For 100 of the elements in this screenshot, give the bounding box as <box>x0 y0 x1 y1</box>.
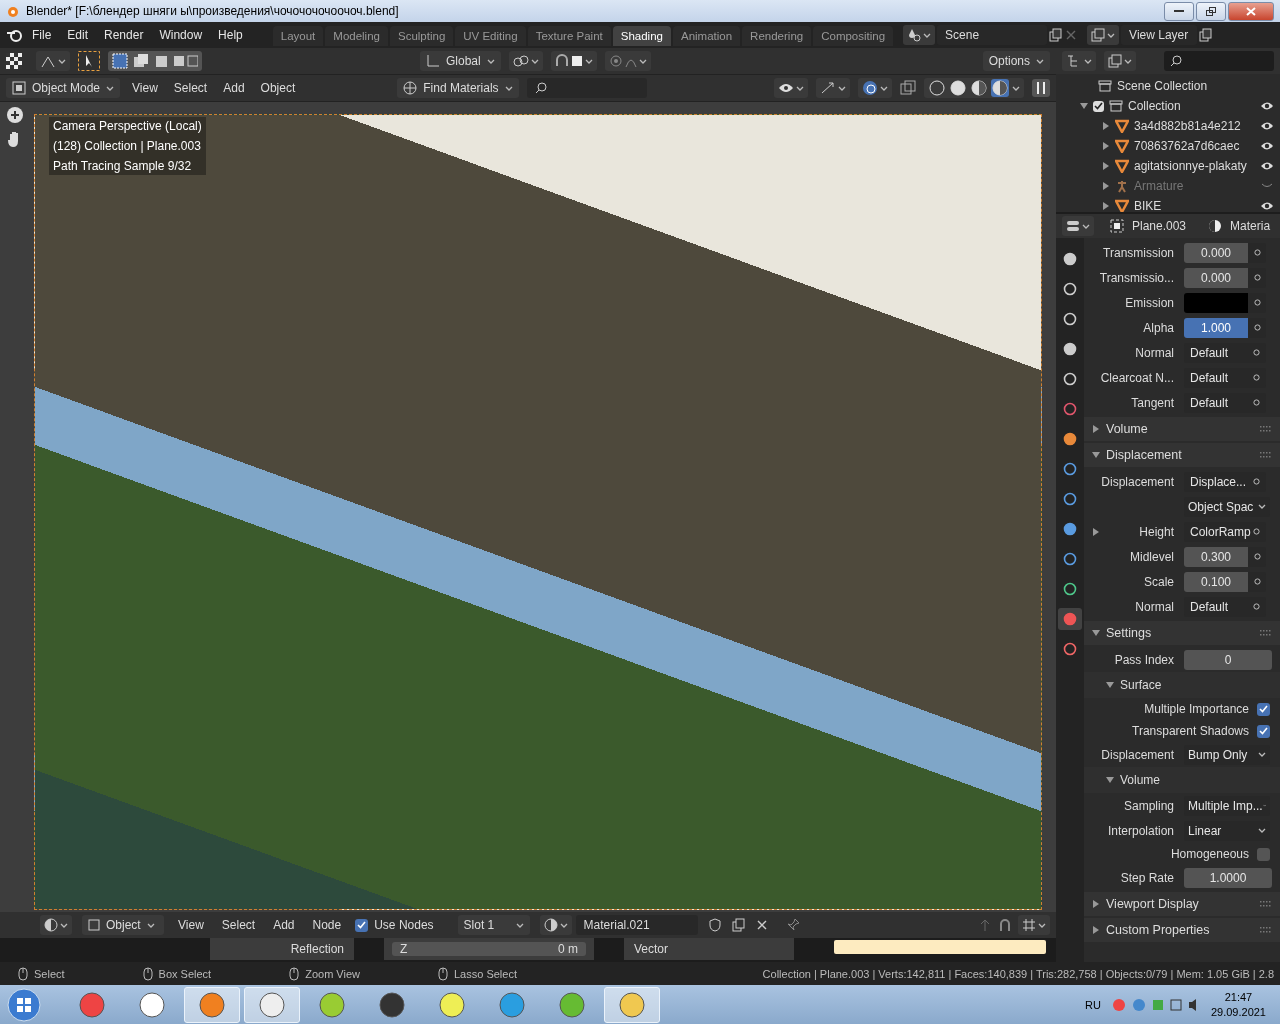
expanded-triangle-icon[interactable] <box>1106 776 1114 784</box>
zoom-icon[interactable] <box>6 106 24 124</box>
taskbar-app-button[interactable] <box>244 986 300 1023</box>
workspace-tab[interactable]: Modeling <box>325 26 388 46</box>
view-layer-selector[interactable] <box>1087 25 1120 45</box>
collapsed-triangle-icon[interactable] <box>1092 926 1100 934</box>
taskbar-app-button[interactable] <box>604 986 660 1023</box>
number-field[interactable]: 1.0000 <box>1184 867 1272 888</box>
subpanel-title[interactable]: Surface <box>1120 678 1162 692</box>
collapsed-triangle-icon[interactable] <box>1102 142 1110 150</box>
options-dropdown[interactable]: Options <box>982 51 1050 71</box>
checkbox[interactable] <box>1257 702 1270 716</box>
workspace-tab[interactable]: Layout <box>272 26 324 46</box>
header-menu[interactable]: Select <box>169 81 212 95</box>
workspace-tab[interactable]: Shading <box>612 26 671 46</box>
slot-dropdown[interactable]: Slot 1 <box>457 915 530 935</box>
taskbar-app-button[interactable] <box>184 986 240 1023</box>
number-field[interactable]: 0.000 <box>1184 267 1248 288</box>
find-materials-dropdown[interactable]: Find Materials <box>397 78 519 98</box>
restore-button[interactable] <box>1196 1 1226 21</box>
collapsed-triangle-icon[interactable] <box>1102 202 1110 210</box>
copy-icon[interactable] <box>1049 28 1064 42</box>
tree-item[interactable]: agitatsionnye-plakaty <box>1134 159 1255 173</box>
transform-orientation-dropdown[interactable]: Global <box>420 51 501 71</box>
link-field[interactable]: Default <box>1184 392 1266 413</box>
workspace-tab[interactable]: Sculpting <box>389 26 454 46</box>
pause-icon[interactable] <box>1032 79 1050 97</box>
selection-mode-buttons[interactable] <box>108 51 202 71</box>
expanded-triangle-icon[interactable] <box>1092 629 1100 637</box>
search-field[interactable] <box>1164 51 1274 71</box>
close-icon[interactable] <box>755 919 768 931</box>
header-menu[interactable]: Select <box>217 918 260 932</box>
view-layer-field[interactable]: View Layer <box>1121 25 1198 45</box>
editor-type-button[interactable] <box>1062 216 1094 236</box>
workspace-tab[interactable]: Rendering <box>742 26 812 46</box>
shading-mode-button[interactable] <box>928 79 946 97</box>
display-mode-button[interactable] <box>1062 51 1096 71</box>
copy-icon[interactable] <box>731 918 746 932</box>
mode-dropdown[interactable]: Object Mode <box>6 78 121 98</box>
subpanel-title[interactable]: Volume <box>1120 773 1161 787</box>
menu-item[interactable]: Window <box>151 28 211 42</box>
minimize-button[interactable] <box>1164 1 1194 21</box>
tree-item[interactable]: BIKE <box>1134 199 1255 212</box>
link-field[interactable]: Default <box>1184 596 1266 617</box>
link-field[interactable]: Displace... <box>1184 471 1266 492</box>
menu-item[interactable]: Render <box>96 28 152 42</box>
expanded-triangle-icon[interactable] <box>1092 451 1100 459</box>
color-swatch[interactable] <box>1184 292 1248 313</box>
menu-item[interactable]: Help <box>210 28 251 42</box>
header-menu[interactable]: View <box>128 81 162 95</box>
shield-icon[interactable] <box>707 918 722 932</box>
link-field[interactable]: ColorRamp <box>1184 521 1266 542</box>
proportional-edit-button[interactable] <box>604 51 651 71</box>
filter-button[interactable] <box>1104 51 1136 71</box>
tree-item[interactable]: 3a4d882b81a4e212 <box>1134 119 1255 133</box>
xray-icon[interactable] <box>900 80 916 96</box>
search-field[interactable] <box>526 78 647 98</box>
drag-grip-icon[interactable] <box>1260 452 1272 458</box>
start-button[interactable] <box>6 986 42 1023</box>
collapsed-triangle-icon[interactable] <box>1092 527 1100 536</box>
number-field[interactable]: 0.100 <box>1184 571 1248 592</box>
menu-item[interactable]: File <box>24 28 60 42</box>
panel-title[interactable]: Volume <box>1106 422 1148 436</box>
header-menu[interactable]: View <box>174 918 208 932</box>
workspace-tab[interactable]: Compositing <box>813 26 894 46</box>
dropdown[interactable]: Bump Only <box>1184 744 1270 765</box>
visibility-button[interactable] <box>774 78 808 98</box>
cursor-tool-icon[interactable] <box>78 51 100 71</box>
panel-title[interactable]: Settings <box>1106 626 1152 640</box>
number-field[interactable]: 1.000 <box>1184 317 1248 338</box>
collapsed-triangle-icon[interactable] <box>1092 425 1100 433</box>
language-indicator[interactable]: RU <box>1085 998 1101 1011</box>
eye-icon[interactable] <box>1260 101 1274 111</box>
object-dropdown[interactable]: Object <box>82 915 164 935</box>
drag-grip-icon[interactable] <box>1260 927 1272 933</box>
collapsed-triangle-icon[interactable] <box>1102 182 1110 190</box>
copy-icon[interactable] <box>1199 28 1214 42</box>
magnet-icon[interactable] <box>998 918 1012 932</box>
tree-item[interactable]: 70863762a7d6caec <box>1134 139 1255 153</box>
number-field[interactable]: 0.300 <box>1184 546 1248 567</box>
eye-icon[interactable] <box>1260 201 1274 211</box>
tool-settings-button[interactable] <box>36 51 70 71</box>
scene-field[interactable]: Scene <box>937 25 1048 45</box>
number-field[interactable]: 0 <box>1184 649 1272 670</box>
dropdown[interactable]: Linear <box>1184 820 1270 841</box>
pin-icon[interactable] <box>785 918 800 932</box>
menu-item[interactable]: Edit <box>59 28 97 42</box>
app-logo-icon[interactable] <box>6 27 24 43</box>
collapsed-triangle-icon[interactable] <box>1102 122 1110 130</box>
checkbox[interactable] <box>355 918 369 932</box>
shading-mode-button[interactable] <box>949 79 967 97</box>
close-button[interactable] <box>1228 1 1274 21</box>
tree-item[interactable]: Collection <box>1128 99 1255 113</box>
collapsed-triangle-icon[interactable] <box>1092 900 1100 908</box>
header-menu[interactable]: Add <box>269 918 299 932</box>
pivot-button[interactable] <box>508 51 543 71</box>
workspace-tab[interactable]: UV Editing <box>455 26 526 46</box>
workspace-tab[interactable]: Texture Paint <box>527 26 611 46</box>
dropdown[interactable]: Multiple Imp... <box>1184 795 1270 816</box>
expanded-triangle-icon[interactable] <box>1080 102 1088 110</box>
